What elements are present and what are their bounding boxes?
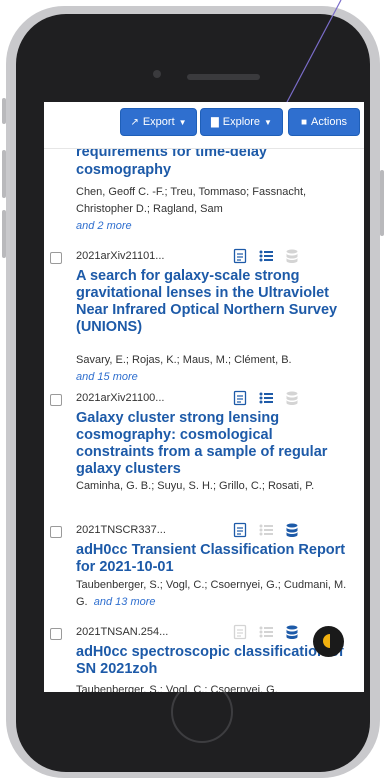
select-checkbox[interactable] xyxy=(50,526,62,538)
export-icon: ↗ xyxy=(130,116,139,128)
list-icon xyxy=(259,524,273,536)
author-list: Savary, E.; Rojas, K.; Maus, M.; Clément… xyxy=(76,354,292,366)
more-authors-link[interactable]: and 15 more xyxy=(76,371,138,383)
bibcode[interactable]: 2021TNSAN.254... xyxy=(76,626,168,638)
export-label: Export xyxy=(142,116,175,128)
list-icon[interactable] xyxy=(258,248,274,264)
result-authors: Savary, E.; Rojas, K.; Maus, M.; Clément… xyxy=(76,352,352,386)
chevron-down-icon: ▼ xyxy=(264,117,272,127)
author-list: Chen, Geoff C. -F.; Treu, Tommaso; Fassn… xyxy=(76,186,307,215)
document-icon[interactable] xyxy=(232,248,248,264)
database-icon xyxy=(286,391,298,405)
database-icon[interactable] xyxy=(284,522,300,538)
result-title[interactable]: adH0cc spectroscopic classification of S… xyxy=(76,644,346,678)
more-authors-link[interactable]: and 13 more xyxy=(94,596,156,608)
actions-button[interactable]: ■ Actions xyxy=(288,108,360,136)
resource-icons xyxy=(232,522,312,540)
explore-button[interactable]: ▇ Explore ▼ xyxy=(200,108,283,136)
toolbar: ↗ Export ▼ ▇ Explore ▼ ■ Actions xyxy=(44,102,364,149)
bar-chart-icon: ▇ xyxy=(211,116,219,128)
bibcode[interactable]: 2021TNSCR337... xyxy=(76,524,166,536)
document-icon[interactable] xyxy=(232,390,248,406)
result-authors: Chen, Geoff C. -F.; Treu, Tommaso; Fassn… xyxy=(76,184,352,235)
export-button[interactable]: ↗ Export ▼ xyxy=(120,108,197,136)
more-authors-link[interactable]: and 2 more xyxy=(76,220,132,232)
database-icon xyxy=(286,249,298,263)
list-icon[interactable] xyxy=(258,390,274,406)
database-icon[interactable] xyxy=(284,624,300,640)
select-checkbox[interactable] xyxy=(50,394,62,406)
actions-label: Actions xyxy=(310,116,348,128)
document-icon xyxy=(233,624,247,640)
result-title[interactable]: cosmography xyxy=(76,162,346,179)
list-icon xyxy=(259,626,273,638)
result-authors: Caminha, G. B.; Suyu, S. H.; Grillo, C.;… xyxy=(76,480,315,492)
explore-label: Explore xyxy=(222,116,261,128)
select-checkbox[interactable] xyxy=(50,252,62,264)
document-icon[interactable] xyxy=(232,522,248,538)
chevron-down-icon: ▼ xyxy=(178,117,187,127)
result-authors: Taubenberger, S.; Vogl, C.; Csoernyei, G… xyxy=(76,684,278,692)
theme-toggle-button[interactable] xyxy=(313,626,344,657)
result-title[interactable]: adH0cc Transient Classification Report f… xyxy=(76,542,346,576)
screen: requirements for time-delay cosmography … xyxy=(44,102,364,692)
bibcode[interactable]: 2021arXiv21100... xyxy=(76,392,164,404)
select-checkbox[interactable] xyxy=(50,628,62,640)
book-icon: ■ xyxy=(300,116,307,128)
resource-icons xyxy=(232,390,312,408)
result-title[interactable]: A search for galaxy-scale strong gravita… xyxy=(76,268,346,336)
half-moon-icon xyxy=(323,634,337,648)
result-authors: Taubenberger, S.; Vogl, C.; Csoernyei, G… xyxy=(76,577,352,611)
resource-icons xyxy=(232,624,312,642)
result-title[interactable]: Galaxy cluster strong lensing cosmograph… xyxy=(76,410,346,478)
resource-icons xyxy=(232,248,312,266)
bibcode[interactable]: 2021arXiv21101... xyxy=(76,250,164,262)
